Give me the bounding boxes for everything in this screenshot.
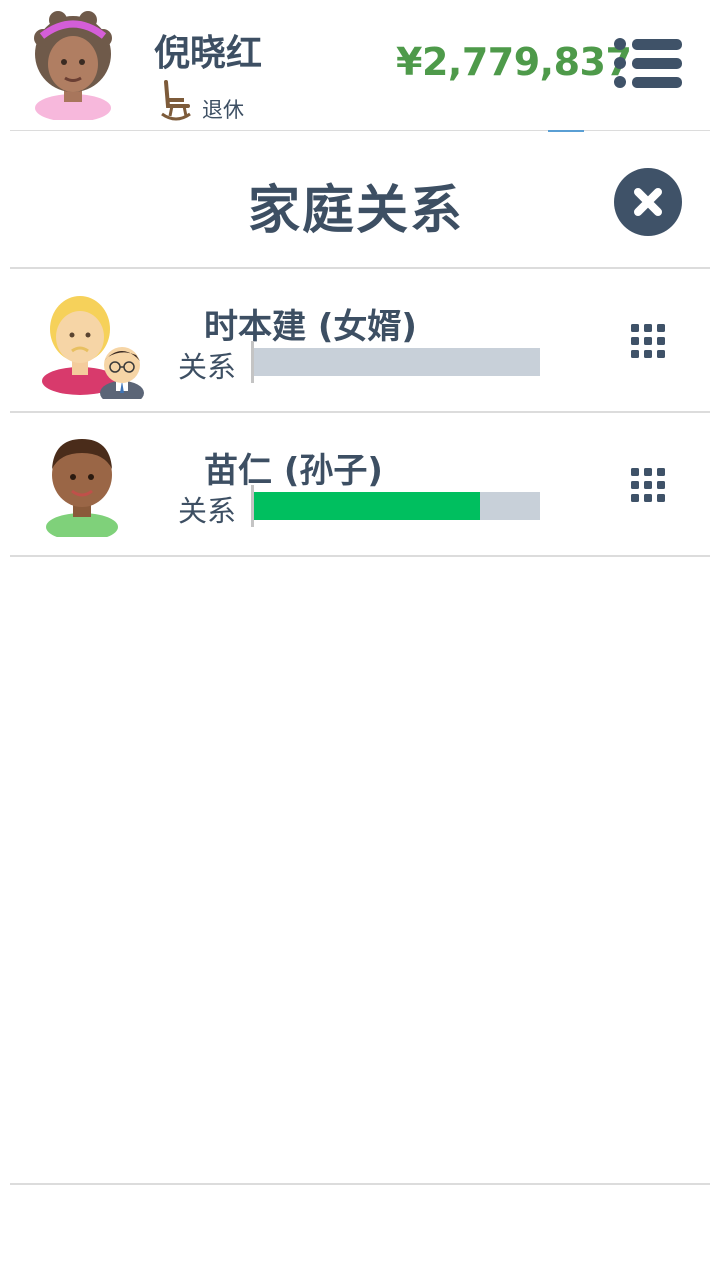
list-menu-icon[interactable] bbox=[613, 36, 683, 92]
relation-label: 关系 bbox=[178, 350, 237, 384]
relation-bar bbox=[254, 492, 540, 520]
grid-dots-icon[interactable] bbox=[631, 324, 665, 358]
relation-bar-fill bbox=[254, 492, 480, 520]
row-divider bbox=[10, 555, 710, 557]
close-icon bbox=[634, 188, 662, 216]
rocking-chair-icon bbox=[160, 80, 192, 122]
relation-row[interactable]: 时本建 (女婿) 关系 bbox=[10, 269, 710, 411]
grid-dots-icon[interactable] bbox=[631, 468, 665, 502]
status-label: 退休 bbox=[202, 98, 244, 122]
header-accent bbox=[548, 130, 584, 132]
page-title: 家庭关系 bbox=[248, 181, 465, 241]
relation-name: 时本建 (女婿) bbox=[204, 307, 417, 347]
relation-label: 关系 bbox=[178, 494, 237, 528]
header-divider bbox=[10, 130, 710, 131]
relation-avatar bbox=[42, 433, 122, 541]
close-button[interactable] bbox=[614, 168, 682, 236]
relation-row[interactable]: 苗仁 (孙子) 关系 bbox=[10, 413, 710, 555]
money-balance: ¥2,779,837 bbox=[396, 40, 632, 84]
bottom-divider bbox=[10, 1183, 710, 1185]
player-name: 倪晓红 bbox=[154, 33, 263, 74]
relation-bar bbox=[254, 348, 540, 376]
player-avatar[interactable] bbox=[28, 8, 118, 122]
relation-avatar bbox=[40, 289, 150, 405]
relation-name: 苗仁 (孙子) bbox=[204, 451, 383, 491]
